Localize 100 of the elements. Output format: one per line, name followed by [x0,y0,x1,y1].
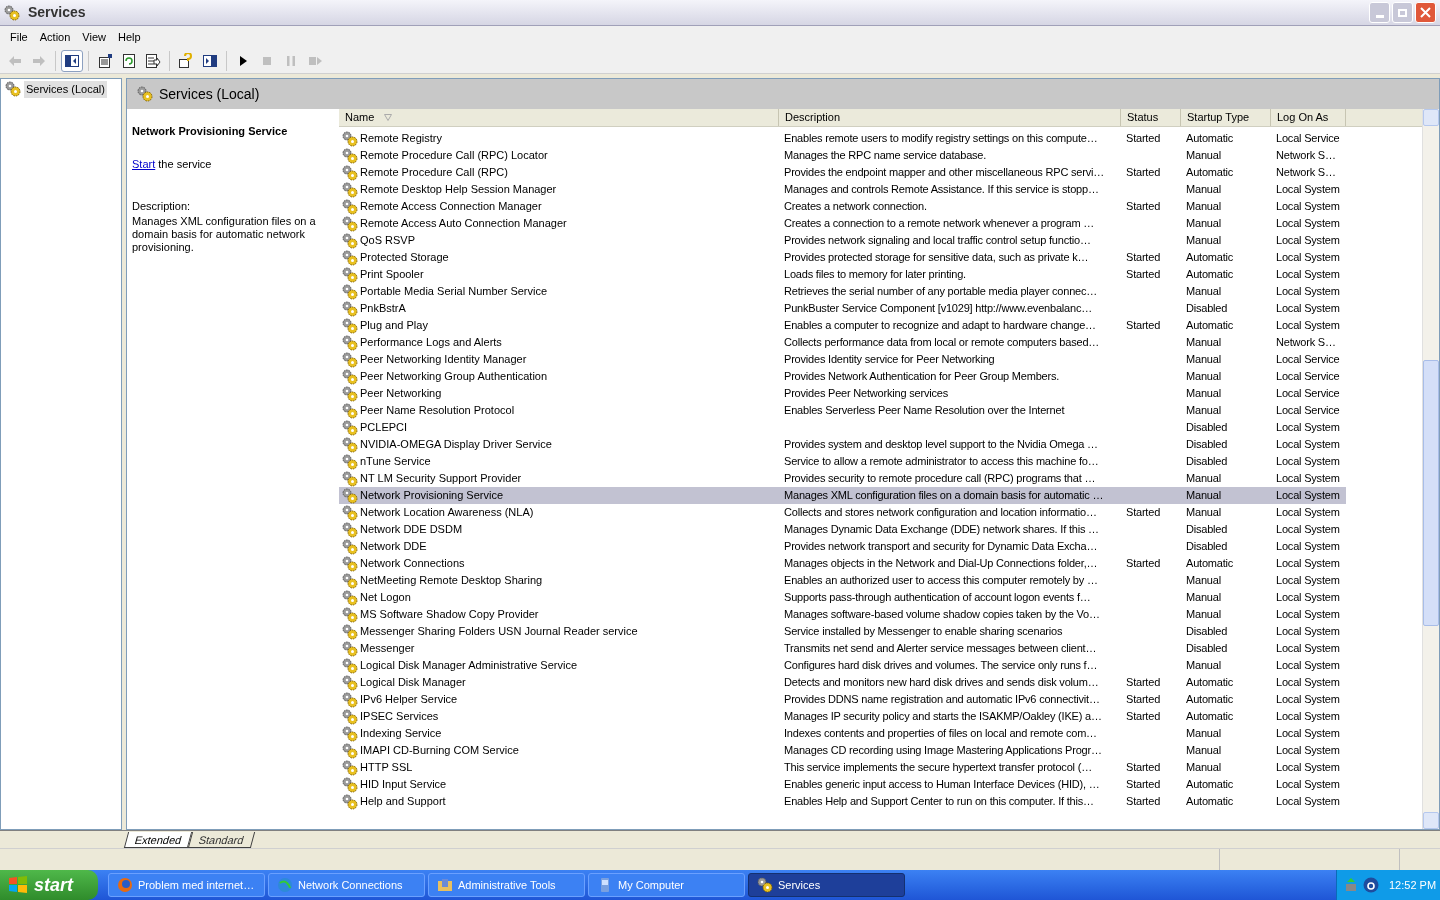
gears-icon [342,589,358,606]
table-cell: Automatic [1186,166,1234,179]
table-cell: Local System [1276,285,1340,298]
table-row[interactable]: Remote Desktop Help Session Manager Manages and controls Remote Assistance. If this service is stopp… Manual Local System [339,181,1346,198]
table-row[interactable]: Portable Media Serial Number Service Retrieves the serial number of any portable media player connec… Manual Local System [339,283,1346,300]
table-row[interactable]: nTune Service Service to allow a remote administrator to access this machine fo… Disabled Local System [339,453,1346,470]
gears-icon [342,300,358,317]
table-row[interactable]: Remote Access Auto Connection Manager Creates a connection to a remote network whenever a program … Manual Local System [339,215,1346,232]
table-cell: Manual [1186,591,1221,604]
close-button[interactable] [1415,2,1436,23]
tree-item[interactable]: Services (Local) [24,81,107,98]
table-cell: Started [1126,132,1161,145]
table-row[interactable]: Network DDE Provides network transport and security for Dynamic Data Excha… Disabled Local System [339,538,1346,555]
menu-item[interactable]: Action [33,27,77,47]
gears-icon [342,470,358,487]
table-cell: Started [1126,761,1161,774]
table-row[interactable]: Remote Access Connection Manager Creates a network connection. Started Manual Local System [339,198,1346,215]
table-row[interactable]: IMAPI CD-Burning COM Service Manages CD recording using Image Mastering Applications Progr… Manual Local System [339,742,1346,759]
column-header[interactable]: Startup Type [1181,109,1271,126]
scrollbar[interactable] [1422,109,1439,829]
table-row[interactable]: Print Spooler Loads files to memory for later printing. Started Automatic Local System [339,266,1346,283]
table-cell: Automatic [1186,778,1234,791]
start-link[interactable]: Start [132,155,156,172]
table-cell: Enables Help and Support Center to run on this computer. If this… [784,795,1094,808]
table-row[interactable]: Plug and Play Enables a computer to recognize and adapt to hardware change… Started Automatic Local System [339,317,1346,334]
table-row[interactable]: NVIDIA-OMEGA Display Driver Service Provides system and desktop level support to the Nvidia Omega … Disabled Local System [339,436,1346,453]
view-tab[interactable]: Extended [123,832,193,848]
table-cell: Manual [1186,149,1221,162]
taskbar-button[interactable]: Network Connections [268,873,425,897]
table-cell: Disabled [1186,438,1228,451]
taskbar-button[interactable]: Problem med internet… [108,873,265,897]
table-row[interactable]: Logical Disk Manager Administrative Service Configures hard disk drives and volumes. The service only runs f… Manual Local System [339,657,1346,674]
table-cell-text: Messenger Sharing Folders USN Journal Reader service [360,624,638,640]
menu-item[interactable]: Help [111,27,147,47]
circle-a-icon[interactable] [1363,877,1379,893]
table-row[interactable]: Performance Logs and Alerts Collects performance data from local or remote computers based… Manual Network S… [339,334,1346,351]
table-cell: Local System [1276,506,1340,519]
gears-icon [342,249,358,266]
table-cell: Enables Serverless Peer Name Resolution over the Internet [784,404,1065,417]
table-row[interactable]: QoS RSVP Provides network signaling and local traffic control setup functio… Manual Local System [339,232,1346,249]
table-cell: Configures hard disk drives and volumes. The service only runs f… [784,659,1098,672]
table-cell: Local System [1276,625,1340,638]
table-cell: Local System [1276,234,1340,247]
table-cell: Started [1126,693,1161,706]
toolbar-button[interactable] [61,49,83,72]
column-header[interactable]: Name [339,109,779,126]
gears-icon [342,164,358,181]
table-row[interactable]: Remote Procedure Call (RPC) Locator Manages the RPC name service database. Manual Network S… [339,147,1346,164]
table-cell: Manual [1186,472,1221,485]
taskbar-button[interactable]: Services [748,873,905,897]
table-cell: Automatic [1186,710,1234,723]
taskbar-button[interactable]: My Computer [588,873,745,897]
column-header[interactable]: Description [779,109,1121,126]
table-row[interactable]: Messenger Sharing Folders USN Journal Reader service Service installed by Messenger to enable sharing scenarios Disabled Local System [339,623,1346,640]
table-row[interactable]: Network Provisioning Service Manages XML configuration files on a domain basis for automatic … Manual Local System [339,487,1346,504]
close-icon [1420,7,1431,18]
table-cell: Service installed by Messenger to enable sharing scenarios [784,625,1063,638]
table-cell: Local System [1276,574,1340,587]
table-cell-text: PCLEPCI [360,420,408,436]
table-row[interactable]: PCLEPCI Disabled Local System [339,419,1346,436]
table-cell: Local System [1276,540,1340,553]
column-header[interactable]: Status [1121,109,1181,126]
table-cell: Local System [1276,217,1340,230]
table-cell: Manual [1186,285,1221,298]
export-list-icon [145,52,161,69]
menu-item[interactable]: View [76,27,112,47]
gears-icon [342,351,358,368]
table-row[interactable]: Network DDE DSDM Manages Dynamic Data Exchange (DDE) network shares. If this … Disabled Local System [339,521,1346,538]
table-row[interactable]: Remote Procedure Call (RPC) Provides the endpoint mapper and other miscellaneous RPC servi… Started Automatic Network S… [339,164,1346,181]
table-row[interactable]: Remote Registry Enables remote users to modify registry settings on this compute… Started Automatic Local Service [339,130,1346,147]
table-cell: Enables remote users to modify registry settings on this compute… [784,132,1098,145]
table-row[interactable]: Network Location Awareness (NLA) Collects and stores network configuration and location informatio… Started Manual Local System [339,504,1346,521]
table-row[interactable]: IPv6 Helper Service Provides DDNS name registration and automatic IPv6 connectivit… Started Automatic Local System [339,691,1346,708]
column-header[interactable]: Log On As [1271,109,1346,126]
table-row[interactable]: Protected Storage Provides protected storage for sensitive data, such as private k… Started Automatic Local System [339,249,1346,266]
table-row[interactable]: Indexing Service Indexes contents and properties of files on local and remote com… Manual Local System [339,725,1346,742]
table-row[interactable]: HTTP SSL This service implements the secure hypertext transfer protocol (… Started Manual Local System [339,759,1346,776]
table-cell: Local System [1276,183,1340,196]
table-cell: Manages software-based volume shadow copies taken by the Vo… [784,608,1100,621]
table-cell-text: Indexing Service [360,726,442,742]
view-tab[interactable]: Standard [188,832,256,848]
table-row[interactable]: Net Logon Supports pass-through authentication of account logon events f… Manual Local System [339,589,1346,606]
table-row[interactable]: Messenger Transmits net send and Alerter service messages between client… Disabled Local System [339,640,1346,657]
table-row[interactable]: Peer Name Resolution Protocol Enables Serverless Peer Name Resolution over the Internet Manual Local Service [339,402,1346,419]
menu-item[interactable]: File [4,27,34,47]
table-row[interactable]: Logical Disk Manager Detects and monitors new hard disk drives and sends disk volum… Started Automatic Local System [339,674,1346,691]
table-row[interactable]: NetMeeting Remote Desktop Sharing Enables an authorized user to access this computer remotely by … Manual Local System [339,572,1346,589]
gears-icon [342,266,358,283]
table-row[interactable]: Network Connections Manages objects in the Network and Dial-Up Connections folder,… Started Automatic Local System [339,555,1346,572]
table-row[interactable]: PnkBstrA PunkBuster Service Component [v1029] http://www.evenbalanc… Disabled Local System [339,300,1346,317]
table-row[interactable]: NT LM Security Support Provider Provides security to remote procedure call (RPC) programs that … Manual Local System [339,470,1346,487]
table-row[interactable]: Peer Networking Identity Manager Provides Identity service for Peer Networking Manual Local Service [339,351,1346,368]
table-row[interactable]: Help and Support Enables Help and Support Center to run on this computer. If this… Started Automatic Local System [339,793,1346,810]
table-cell: Local System [1276,591,1340,604]
table-row[interactable]: IPSEC Services Manages IP security policy and starts the ISAKMP/Oakley (IKE) a… Started Automatic Local System [339,708,1346,725]
table-row[interactable]: Peer Networking Group Authentication Provides Network Authentication for Peer Group Members. Manual Local Service [339,368,1346,385]
table-row[interactable]: Peer Networking Provides Peer Networking services Manual Local Service [339,385,1346,402]
taskbar-button[interactable]: Administrative Tools [428,873,585,897]
table-row[interactable]: MS Software Shadow Copy Provider Manages software-based volume shadow copies taken by the Vo… Manual Local System [339,606,1346,623]
table-row[interactable]: HID Input Service Enables generic input access to Human Interface Devices (HID), … Started Automatic Local System [339,776,1346,793]
